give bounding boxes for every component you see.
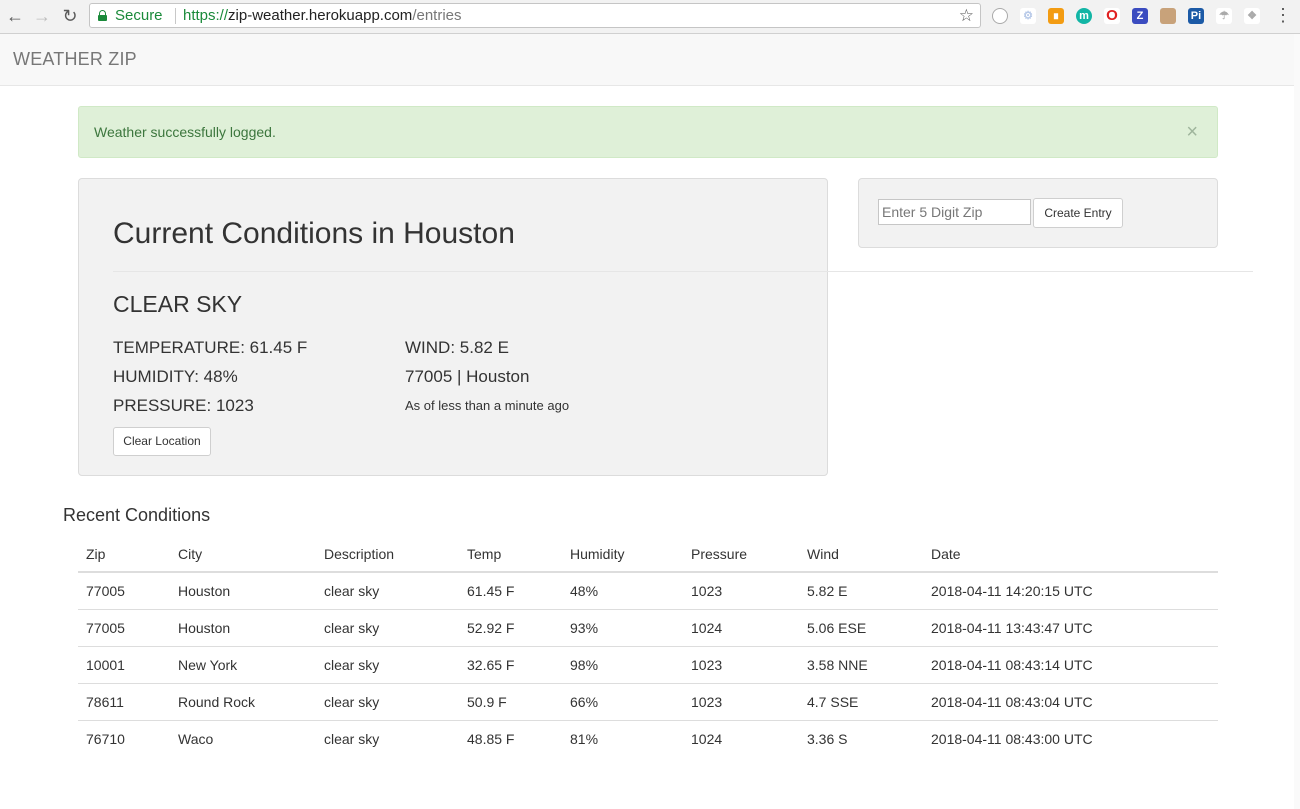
cell-city: New York bbox=[170, 646, 316, 684]
table-row: 78611 Round Rock clear sky 50.9 F 66% 10… bbox=[78, 683, 1218, 721]
temperature-value: TEMPERATURE: 61.45 F bbox=[113, 338, 308, 357]
cell-pressure: 1023 bbox=[683, 683, 799, 721]
column-header: Pressure bbox=[683, 536, 799, 573]
brand-link[interactable]: WEATHER ZIP bbox=[13, 49, 137, 70]
cell-pressure: 1024 bbox=[691, 730, 723, 747]
cell-pressure: 1024 bbox=[683, 609, 799, 647]
extension-m-icon[interactable]: m bbox=[1076, 8, 1092, 24]
cell-humidity: 98% bbox=[562, 646, 683, 684]
cell-wind: 5.06 ESE bbox=[799, 609, 923, 647]
cell-zip: 78611 bbox=[78, 683, 170, 721]
success-alert: Weather successfully logged. × bbox=[78, 106, 1218, 158]
cell-date: 2018-04-11 08:43:04 UTC bbox=[923, 683, 1218, 721]
omnibox-divider bbox=[175, 8, 176, 24]
column-header: Date bbox=[923, 536, 1218, 573]
zip-input[interactable] bbox=[878, 199, 1031, 225]
cell-description: clear sky bbox=[316, 609, 459, 647]
as-of-timestamp: As of less than a minute ago bbox=[405, 398, 570, 413]
lock-icon bbox=[98, 10, 107, 21]
cell-wind: 4.7 SSE bbox=[799, 683, 923, 721]
extension-grey-icon[interactable]: ☂ bbox=[1216, 8, 1232, 24]
cell-humidity: 81% bbox=[570, 730, 599, 747]
browser-menu-icon[interactable]: ⋮ bbox=[1274, 5, 1292, 26]
recent-conditions-table: Zip City Description Temp Humidity Press… bbox=[78, 536, 1218, 757]
bookmark-star-icon[interactable]: ☆ bbox=[959, 4, 974, 27]
table-row: 76710 Waco clear sky 48.85 F 81% 1024 3.… bbox=[78, 720, 1218, 757]
cell-description: clear sky bbox=[324, 730, 380, 747]
cell-humidity: 48% bbox=[562, 572, 683, 610]
cell-zip: 10001 bbox=[78, 646, 170, 684]
table-header-row: Zip City Description Temp Humidity Press… bbox=[78, 536, 1218, 573]
cell-humidity: 93% bbox=[562, 609, 683, 647]
table-row: 77005 Houston clear sky 52.92 F 93% 1024… bbox=[78, 609, 1218, 647]
location-value: 77005 | Houston bbox=[405, 367, 530, 386]
cell-humidity: 66% bbox=[562, 683, 683, 721]
recent-conditions-heading: Recent Conditions bbox=[63, 505, 211, 525]
forward-arrow-icon[interactable]: → bbox=[31, 5, 53, 27]
pressure-value: PRESSURE: 1023 bbox=[113, 396, 254, 415]
cell-wind: 5.82 E bbox=[799, 572, 923, 610]
extension-circle-icon[interactable] bbox=[992, 8, 1008, 24]
cell-city: Round Rock bbox=[170, 683, 316, 721]
cell-temp: 32.65 F bbox=[459, 646, 562, 684]
extension-avatar-icon[interactable] bbox=[1160, 8, 1176, 24]
cell-date: 2018-04-11 14:20:15 UTC bbox=[923, 572, 1218, 610]
reload-icon[interactable]: ↻ bbox=[59, 5, 81, 27]
alert-message: Weather successfully logged. bbox=[94, 124, 276, 140]
cell-city: Houston bbox=[170, 609, 316, 647]
column-header: City bbox=[170, 536, 316, 573]
secure-label: Secure bbox=[115, 7, 163, 24]
extension-pi-icon[interactable]: Pi bbox=[1188, 8, 1204, 24]
column-header: Temp bbox=[459, 536, 562, 573]
weather-description: CLEAR SKY bbox=[113, 291, 243, 317]
cell-temp: 50.9 F bbox=[459, 683, 562, 721]
browser-toolbar: ← → ↻ Secure https://zip-weather.herokua… bbox=[0, 0, 1300, 34]
url-text[interactable]: https://zip-weather.herokuapp.com/entrie… bbox=[183, 4, 462, 27]
cell-date: 2018-04-11 08:43:14 UTC bbox=[923, 646, 1218, 684]
column-header: Humidity bbox=[562, 536, 683, 573]
rss-icon[interactable]: ∎ bbox=[1048, 8, 1064, 24]
extension-gear-icon[interactable]: ⚙ bbox=[1020, 8, 1036, 24]
cell-city: Waco bbox=[178, 730, 214, 747]
divider bbox=[113, 271, 1253, 272]
clear-location-button[interactable]: Clear Location bbox=[113, 427, 211, 456]
column-header: Zip bbox=[78, 536, 170, 573]
zip-entry-panel: Create Entry bbox=[858, 178, 1218, 248]
cell-pressure: 1023 bbox=[683, 572, 799, 610]
cell-date: 2018-04-11 13:43:47 UTC bbox=[923, 609, 1218, 647]
dropbox-icon[interactable]: ❖ bbox=[1244, 8, 1260, 24]
wind-value: WIND: 5.82 E bbox=[405, 338, 509, 357]
close-icon[interactable]: × bbox=[1186, 122, 1198, 142]
address-bar[interactable]: Secure https://zip-weather.herokuapp.com… bbox=[89, 3, 981, 28]
cell-city: Houston bbox=[170, 572, 316, 610]
table-row: 10001 New York clear sky 32.65 F 98% 102… bbox=[78, 646, 1218, 684]
cell-description: clear sky bbox=[316, 683, 459, 721]
cell-zip: 77005 bbox=[78, 609, 170, 647]
back-arrow-icon[interactable]: ← bbox=[4, 5, 26, 27]
cell-temp: 61.45 F bbox=[459, 572, 562, 610]
scrollbar[interactable] bbox=[1294, 34, 1300, 809]
cell-wind: 3.36 S bbox=[807, 730, 848, 747]
opera-icon[interactable]: O bbox=[1104, 8, 1120, 24]
current-conditions-panel: Current Conditions in Houston CLEAR SKY … bbox=[78, 178, 828, 476]
column-header: Description bbox=[316, 536, 459, 573]
cell-description: clear sky bbox=[316, 572, 459, 610]
zotero-icon[interactable]: Z bbox=[1132, 8, 1148, 24]
cell-pressure: 1023 bbox=[683, 646, 799, 684]
cell-date: 2018-04-11 08:43:00 UTC bbox=[931, 730, 1093, 747]
cell-description: clear sky bbox=[316, 646, 459, 684]
cell-zip: 77005 bbox=[78, 572, 170, 610]
column-header: Wind bbox=[799, 536, 923, 573]
cell-wind: 3.58 NNE bbox=[799, 646, 923, 684]
cell-zip: 76710 bbox=[86, 730, 125, 747]
page-title: Current Conditions in Houston bbox=[113, 217, 515, 250]
cell-temp: 48.85 F bbox=[467, 730, 515, 747]
humidity-value: HUMIDITY: 48% bbox=[113, 367, 238, 386]
cell-temp: 52.92 F bbox=[459, 609, 562, 647]
navbar: WEATHER ZIP bbox=[0, 34, 1300, 86]
table-row: 77005 Houston clear sky 61.45 F 48% 1023… bbox=[78, 572, 1218, 610]
create-entry-button[interactable]: Create Entry bbox=[1033, 198, 1123, 228]
